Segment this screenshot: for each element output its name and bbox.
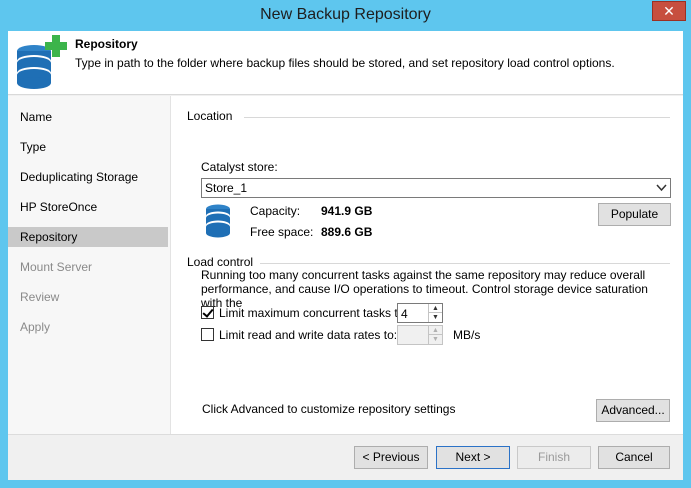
sidebar-item-review: Review [20,290,60,304]
data-rate-stepper: ▲ ▼ [397,325,443,345]
catalyst-store-label: Catalyst store: [201,160,278,174]
previous-button[interactable]: < Previous [354,446,428,469]
location-divider [244,117,670,118]
sidebar-item-type[interactable]: Type [8,137,168,157]
chevron-down-icon [656,184,667,192]
stepper-arrows: ▲ ▼ [428,326,442,344]
advanced-hint: Click Advanced to customize repository s… [202,402,456,416]
stepper-down-icon: ▼ [432,336,439,343]
wizard-window: New Backup Repository ✕ Repository Type … [0,0,691,488]
stepper-up-icon: ▲ [429,326,442,335]
sidebar-item-mount-server: Mount Server [20,260,93,274]
page-description: Type in path to the folder where backup … [75,56,615,70]
database-icon [206,204,230,238]
sidebar-item-apply: Apply [20,320,51,334]
stepper-arrows: ▲ ▼ [428,304,442,322]
database-add-icon [17,35,67,89]
cancel-button[interactable]: Cancel [598,446,670,469]
data-rate-unit: MB/s [453,328,481,342]
location-group-label: Location [187,109,233,123]
wizard-footer: < Previous Next > Finish Cancel [8,434,683,480]
stepper-down-icon[interactable]: ▼ [429,313,442,322]
load-control-group-label: Load control [187,255,254,269]
wizard-steps-sidebar: Name Type Deduplicating Storage HP Store… [8,96,170,434]
advanced-button[interactable]: Advanced... [596,399,670,422]
sidebar-item-hp-storeonce[interactable]: HP StoreOnce [8,197,168,217]
page-title: Repository [75,37,138,51]
sidebar-item-repository[interactable]: Repository [8,227,168,247]
capacity-value: 941.9 GB [321,204,373,218]
close-icon: ✕ [663,3,675,19]
concurrent-tasks-stepper[interactable]: 4 ▲ ▼ [397,303,443,323]
finish-button: Finish [517,446,591,469]
sidebar-item-deduplicating-storage[interactable]: Deduplicating Storage [8,167,168,187]
limit-rate-label[interactable]: Limit read and write data rates to: [219,328,397,342]
window-title: New Backup Repository [260,6,431,23]
limit-tasks-label[interactable]: Limit maximum concurrent tasks to: [219,306,408,320]
free-space-label: Free space: [250,225,314,239]
title-bar[interactable]: New Backup Repository ✕ [0,0,691,31]
next-button[interactable]: Next > [436,446,510,469]
free-space-value: 889.6 GB [321,225,373,239]
catalyst-store-select[interactable]: Store_1 [201,178,671,198]
wizard-client-area: Repository Type in path to the folder wh… [8,31,683,480]
catalyst-store-value: Store_1 [205,181,248,195]
populate-button[interactable]: Populate [598,203,671,226]
close-button[interactable]: ✕ [652,1,686,21]
sidebar-item-name[interactable]: Name [8,107,168,127]
stepper-up-icon[interactable]: ▲ [429,304,442,313]
concurrent-tasks-value: 4 [401,307,408,321]
limit-rate-checkbox[interactable] [201,328,214,341]
capacity-label: Capacity: [250,204,301,218]
repository-settings-panel: Location Catalyst store: Store_1 Capacit… [170,96,683,434]
limit-tasks-checkbox[interactable] [201,306,214,319]
load-control-divider [260,263,670,264]
wizard-header: Repository Type in path to the folder wh… [8,31,683,95]
